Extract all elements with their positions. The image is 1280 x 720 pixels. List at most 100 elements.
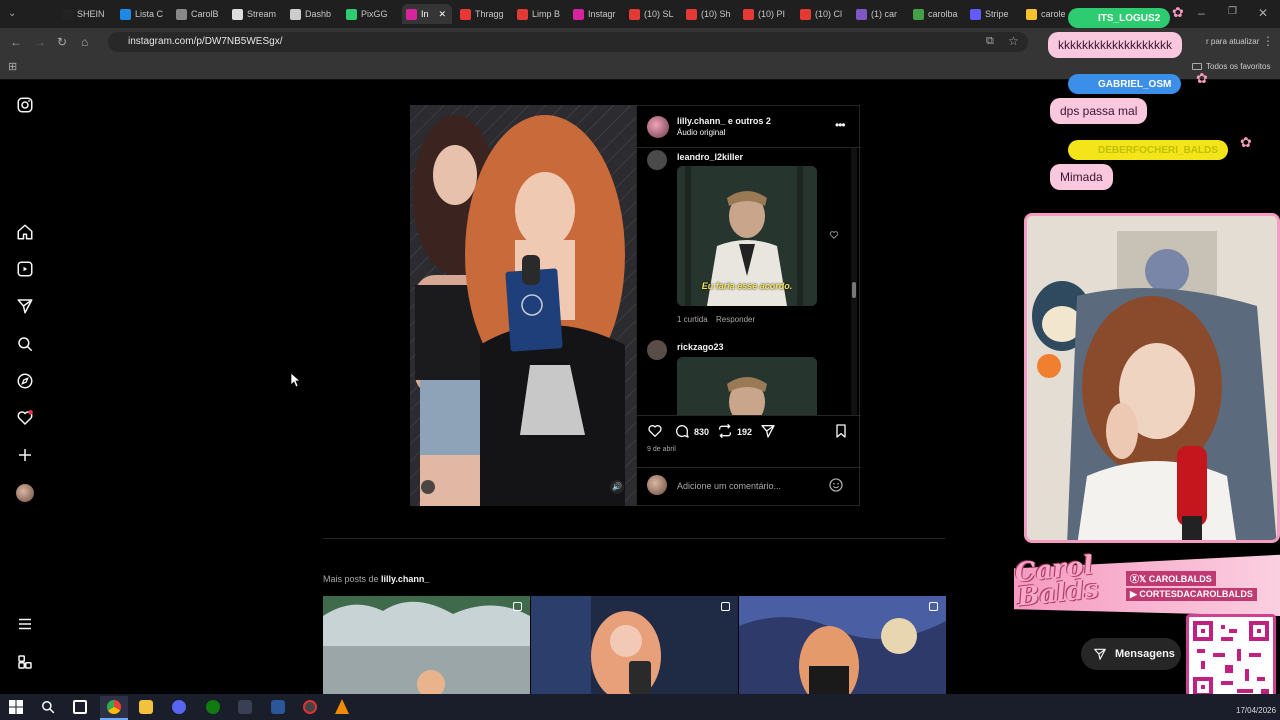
post-video[interactable]: 🔊 — [410, 105, 636, 506]
comment-username[interactable]: rickzago23 — [677, 342, 724, 352]
chat-username: DEBERFOCHERI_BALDS — [1068, 140, 1229, 160]
emoji-icon[interactable] — [828, 477, 844, 493]
grid-post-thumbnail[interactable] — [323, 596, 530, 694]
windows-start-icon[interactable] — [9, 700, 23, 714]
comment-likes[interactable]: 1 curtida — [677, 315, 708, 324]
browser-tab[interactable]: Stripe — [970, 4, 1022, 24]
taskbar-search-icon[interactable] — [41, 700, 55, 714]
bookmark-star-icon[interactable]: ☆ — [1008, 34, 1019, 48]
notifications-heart-icon[interactable] — [16, 409, 34, 427]
comment-meme-image[interactable]: Eu faria esse acordo. — [677, 166, 817, 306]
scrollbar-thumb[interactable] — [852, 282, 856, 298]
home-icon[interactable]: ⌂ — [81, 35, 88, 49]
taskbar-date[interactable]: 17/04/2026 — [1236, 706, 1276, 715]
chat-username: ITS_LOGUS2 — [1068, 8, 1171, 28]
browser-tab[interactable]: In ✕ — [402, 4, 452, 24]
browser-tab[interactable]: (10) PI — [743, 4, 795, 24]
close-tab-icon[interactable]: ✕ — [439, 9, 447, 20]
browser-tab[interactable]: Limp B — [517, 4, 569, 24]
file-explorer-icon[interactable] — [139, 700, 153, 714]
comment-username[interactable]: leandro_l2killer — [677, 152, 743, 162]
browser-tab[interactable]: Lista C — [120, 4, 172, 24]
xbox-icon[interactable] — [206, 700, 220, 714]
grid-post-thumbnail[interactable] — [531, 596, 738, 694]
save-bookmark-icon[interactable] — [833, 423, 849, 439]
tab-label: (10) Cl — [815, 9, 843, 19]
shield-app-icon[interactable] — [238, 700, 252, 714]
like-heart-icon[interactable] — [647, 423, 663, 439]
apps-icon[interactable]: ⊞ — [8, 60, 17, 73]
flower-icon: ✿ — [1240, 134, 1252, 150]
comment-meme-image[interactable] — [677, 357, 817, 415]
repost-icon[interactable] — [717, 423, 733, 439]
thumbnail-illustration — [739, 596, 946, 694]
direct-messages-icon[interactable] — [16, 297, 34, 315]
like-comment-heart-icon[interactable] — [829, 230, 839, 240]
browser-tab[interactable]: Thragg — [460, 4, 512, 24]
create-plus-icon[interactable] — [16, 446, 34, 464]
update-label[interactable]: r para atualizar — [1206, 37, 1259, 46]
instagram-logo-icon[interactable] — [16, 96, 34, 114]
install-app-icon[interactable]: ⧉ — [986, 35, 994, 48]
tab-search-icon[interactable]: ⌄ — [8, 8, 16, 19]
qr-code — [1186, 614, 1276, 704]
comment-input[interactable]: Adicione um comentário... — [677, 481, 781, 491]
browser-tab[interactable]: (10) SL — [629, 4, 681, 24]
address-bar[interactable]: instagram.com/p/DW7NB5WESgx/ — [108, 32, 1028, 52]
reload-icon[interactable]: ↻ — [57, 35, 67, 49]
volume-icon[interactable]: 🔊 — [610, 480, 624, 494]
co-authors[interactable]: e outros 2 — [725, 116, 771, 126]
commenter-avatar[interactable] — [647, 150, 667, 170]
tab-label: carole — [1041, 9, 1066, 19]
tab-label: (10) PI — [758, 9, 786, 19]
more-options-icon[interactable]: ••• — [835, 118, 846, 132]
browser-tab[interactable]: (10) Cl — [800, 4, 852, 24]
home-nav-icon[interactable] — [16, 223, 34, 241]
audio-label[interactable]: Áudio original — [677, 128, 725, 137]
tab-favicon-icon — [856, 8, 867, 20]
browser-tab[interactable]: (1) car — [856, 4, 908, 24]
tagged-users-icon[interactable] — [421, 480, 435, 494]
share-icon[interactable] — [760, 423, 776, 439]
browser-tab[interactable]: Stream — [232, 4, 284, 24]
minimize-icon[interactable]: – — [1198, 6, 1205, 20]
browser-tab[interactable]: Instagr — [573, 4, 625, 24]
comments-scrollbar[interactable] — [851, 148, 857, 415]
threads-apps-icon[interactable] — [16, 653, 34, 671]
tab-favicon-icon — [686, 8, 697, 20]
reels-icon[interactable] — [16, 260, 34, 278]
browser-tab[interactable]: CarolB — [176, 4, 228, 24]
close-window-icon[interactable]: ✕ — [1258, 6, 1268, 20]
browser-tab[interactable]: PixGG — [346, 4, 398, 24]
maximize-icon[interactable]: ❐ — [1228, 6, 1237, 17]
search-icon[interactable] — [16, 335, 34, 353]
discord-icon[interactable] — [172, 700, 186, 714]
author-avatar[interactable] — [647, 116, 669, 138]
browser-tab[interactable]: carolba — [913, 4, 965, 24]
messages-button[interactable]: Mensagens — [1081, 638, 1181, 670]
explore-icon[interactable] — [16, 372, 34, 390]
menu-icon[interactable]: ⋮ — [1262, 34, 1274, 48]
back-icon[interactable]: ← — [10, 35, 22, 49]
task-view-icon[interactable] — [73, 700, 87, 714]
author-username[interactable]: lilly.chann_ — [677, 116, 725, 126]
vlc-icon[interactable] — [335, 699, 349, 714]
chat-username: GABRIEL_OSM — [1068, 74, 1182, 94]
browser-tab[interactable]: Dashb — [290, 4, 342, 24]
browser-tab[interactable]: (10) Sh — [686, 4, 738, 24]
browser-tab[interactable]: SHEIN — [62, 4, 114, 24]
more-menu-icon[interactable] — [16, 615, 34, 633]
obs-icon[interactable] — [303, 700, 317, 714]
more-posts-user[interactable]: lilly.chann_ — [381, 574, 429, 584]
tab-label: SHEIN — [77, 9, 105, 19]
social-handle-text: CORTESDACAROLBALDS — [1139, 589, 1253, 599]
post-date[interactable]: 9 de abril — [647, 446, 676, 453]
comment-icon[interactable] — [674, 423, 690, 439]
commenter-avatar[interactable] — [647, 340, 667, 360]
profile-avatar[interactable] — [16, 484, 34, 502]
reply-link[interactable]: Responder — [716, 315, 755, 324]
chrome-taskbar-icon[interactable] — [107, 700, 121, 714]
forward-icon[interactable]: → — [34, 35, 46, 49]
word-icon[interactable] — [271, 700, 285, 714]
grid-post-thumbnail[interactable] — [739, 596, 946, 694]
